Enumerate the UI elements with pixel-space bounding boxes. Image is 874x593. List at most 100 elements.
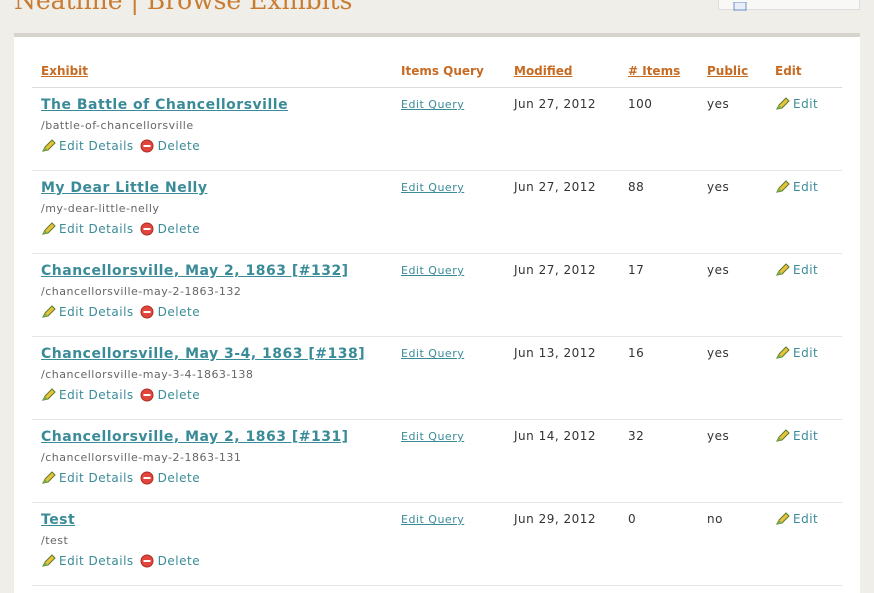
exhibit-slug: /chancellorsville-may-2-1863-132 (41, 285, 242, 298)
pencil-icon (775, 263, 791, 277)
pencil-icon (41, 471, 57, 485)
exhibit-slug: /chancellorsville-may-2-1863-131 (41, 451, 242, 464)
table-row: Chancellorsville, May 3-4, 1863 [#138] /c… (32, 336, 842, 420)
delete-link[interactable]: Delete (140, 139, 200, 153)
cell-modified: Jun 27, 2012 (505, 87, 619, 171)
table-row: Test/test Edit Details Delete Edit Query Jun… (32, 502, 842, 586)
pencil-icon (41, 388, 57, 402)
edit-details-label: Edit Details (59, 554, 134, 568)
exhibit-title-link[interactable]: Test (41, 512, 75, 528)
exhibits-panel: Exhibit Items Query Modified # Items Pub… (14, 33, 860, 593)
delete-link[interactable]: Delete (140, 222, 200, 236)
cell-exhibit: My Dear Little Nelly/my-dear-little-nell… (32, 170, 392, 254)
header-items[interactable]: # Items (619, 55, 698, 88)
row-actions: Edit Details Delete (41, 139, 383, 156)
exhibit-title-link[interactable]: Chancellorsville, May 2, 1863 [#131] (41, 429, 349, 445)
search-input[interactable] (718, 0, 860, 11)
edit-label: Edit (793, 429, 819, 443)
edit-details-label: Edit Details (59, 305, 134, 319)
cell-modified: Jun 27, 2012 (505, 253, 619, 337)
pencil-icon (775, 180, 791, 194)
cell-items-query: Edit Query (392, 502, 505, 586)
row-actions: Edit Details Delete (41, 222, 383, 239)
edit-details-link[interactable]: Edit Details (41, 471, 134, 485)
edit-details-link[interactable]: Edit Details (41, 139, 134, 153)
cell-modified: Jun 27, 2012 (505, 170, 619, 254)
edit-link[interactable]: Edit (775, 263, 818, 277)
delete-icon (140, 222, 156, 236)
edit-details-link[interactable]: Edit Details (41, 388, 134, 402)
table-row: Chancellorsville, May 2, 1863 [#131] /cha… (32, 419, 842, 503)
cell-exhibit: The Battle of Chancellorsville/battle-of… (32, 87, 392, 171)
delete-icon (140, 471, 156, 485)
edit-link[interactable]: Edit (775, 180, 818, 194)
exhibit-title-link[interactable]: The Battle of Chancellorsville (41, 97, 288, 113)
delete-label: Delete (157, 471, 201, 485)
edit-details-label: Edit Details (59, 471, 134, 485)
header-public[interactable]: Public (698, 55, 766, 88)
cell-exhibit: Test/test Edit Details Delete (32, 502, 392, 586)
edit-query-link[interactable]: Edit Query (401, 98, 464, 111)
delete-icon (140, 305, 156, 319)
edit-query-link[interactable]: Edit Query (401, 264, 464, 277)
edit-query-link[interactable]: Edit Query (401, 347, 464, 360)
pencil-icon (775, 429, 791, 443)
header-items-query: Items Query (392, 55, 505, 88)
cell-edit: Edit (766, 253, 842, 337)
cell-edit: Edit (766, 336, 842, 420)
edit-label: Edit (793, 346, 819, 360)
pencil-icon (775, 97, 791, 111)
edit-query-link[interactable]: Edit Query (401, 513, 464, 526)
edit-details-link[interactable]: Edit Details (41, 554, 134, 568)
edit-link[interactable]: Edit (775, 346, 818, 360)
cell-edit: Edit (766, 419, 842, 503)
delete-label: Delete (157, 139, 201, 153)
delete-link[interactable]: Delete (140, 471, 200, 485)
cell-items-count: 32 (619, 419, 698, 503)
edit-details-link[interactable]: Edit Details (41, 222, 134, 236)
cell-items-query: Edit Query (392, 336, 505, 420)
edit-query-link[interactable]: Edit Query (401, 430, 464, 443)
exhibit-title-link[interactable]: My Dear Little Nelly (41, 180, 207, 196)
cell-public: no (698, 502, 766, 586)
pencil-icon (41, 222, 57, 236)
cell-exhibit: Chancellorsville, May 3-4, 1863 [#138] /c… (32, 336, 392, 420)
cell-edit: Edit (766, 170, 842, 254)
edit-query-link[interactable]: Edit Query (401, 181, 464, 194)
cell-exhibit: Chancellorsville, May 2, 1863 [#131] /cha… (32, 419, 392, 503)
exhibit-title-link[interactable]: Chancellorsville, May 3-4, 1863 [#138] (41, 346, 365, 362)
delete-icon (140, 554, 156, 568)
edit-label: Edit (793, 180, 819, 194)
row-actions: Edit Details Delete (41, 471, 383, 488)
edit-link[interactable]: Edit (775, 97, 818, 111)
cell-public: yes (698, 419, 766, 503)
table-row: My Dear Little Nelly/my-dear-little-nell… (32, 170, 842, 254)
pencil-icon (775, 346, 791, 360)
cell-items-query: Edit Query (392, 419, 505, 503)
exhibit-title-link[interactable]: Chancellorsville, May 2, 1863 [#132] (41, 263, 349, 279)
edit-link[interactable]: Edit (775, 512, 818, 526)
delete-link[interactable]: Delete (140, 388, 200, 402)
cell-exhibit: Chancellorsville, May 2, 1863 [#132] /cha… (32, 253, 392, 337)
page-title: Neatline | Browse Exhibits (14, 0, 353, 15)
cell-public: yes (698, 170, 766, 254)
cell-items-count: 0 (619, 502, 698, 586)
header-modified[interactable]: Modified (505, 55, 619, 88)
delete-icon (140, 139, 156, 153)
delete-link[interactable]: Delete (140, 305, 200, 319)
delete-label: Delete (157, 388, 201, 402)
row-actions: Edit Details Delete (41, 305, 383, 322)
delete-label: Delete (157, 222, 201, 236)
edit-link[interactable]: Edit (775, 429, 818, 443)
delete-label: Delete (157, 554, 201, 568)
pencil-icon (41, 139, 57, 153)
delete-label: Delete (157, 305, 201, 319)
edit-details-link[interactable]: Edit Details (41, 305, 134, 319)
pencil-icon (41, 305, 57, 319)
cell-public: yes (698, 87, 766, 171)
edit-details-label: Edit Details (59, 222, 134, 236)
delete-link[interactable]: Delete (140, 554, 200, 568)
header-exhibit[interactable]: Exhibit (32, 55, 392, 88)
table-header-row: Exhibit Items Query Modified # Items Pub… (32, 55, 842, 88)
pencil-icon (775, 512, 791, 526)
